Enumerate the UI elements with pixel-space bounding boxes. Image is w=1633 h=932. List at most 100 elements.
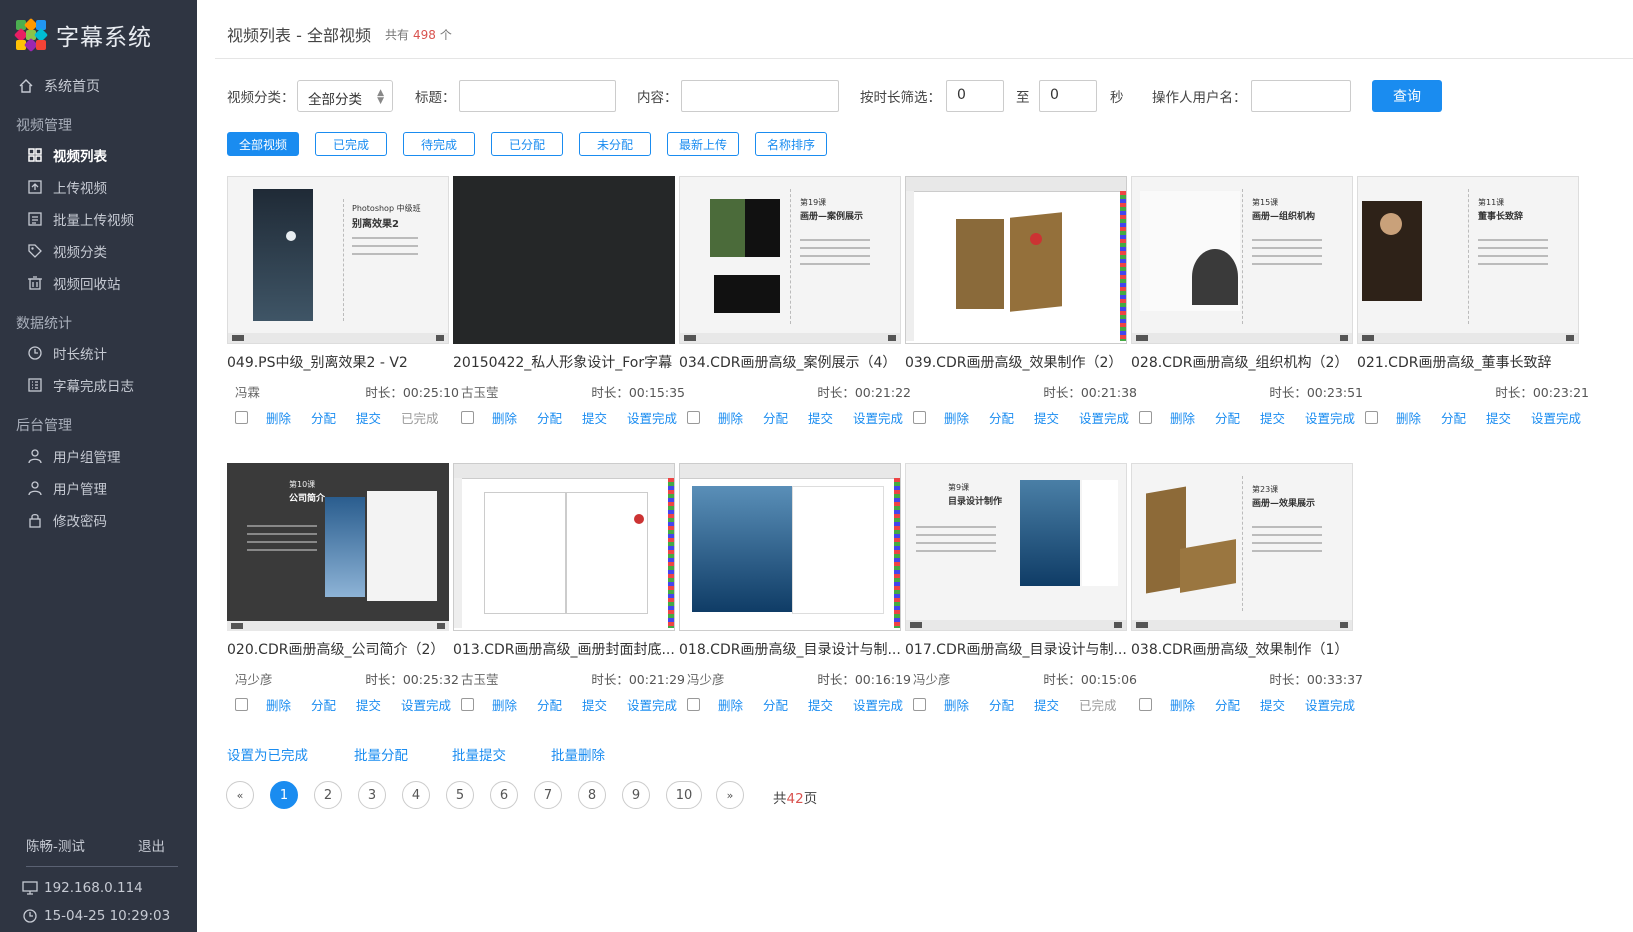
submit-link[interactable]: 提交 <box>808 695 833 714</box>
video-thumbnail[interactable] <box>453 176 675 344</box>
set-done-link[interactable]: 设置完成 <box>1079 408 1129 427</box>
submit-link[interactable]: 提交 <box>1034 695 1059 714</box>
page-8[interactable]: 8 <box>578 781 606 809</box>
page-7[interactable]: 7 <box>534 781 562 809</box>
select-checkbox[interactable] <box>913 698 926 711</box>
page-6[interactable]: 6 <box>490 781 518 809</box>
sidebar-item-recycle[interactable]: 视频回收站 <box>27 273 121 293</box>
sidebar-item-upload[interactable]: 上传视频 <box>27 177 107 197</box>
submit-link[interactable]: 提交 <box>808 408 833 427</box>
video-title[interactable]: 028.CDR画册高级_组织机构（2） <box>1131 352 1363 372</box>
tab-latest[interactable]: 最新上传 <box>667 132 739 156</box>
submit-link[interactable]: 提交 <box>356 695 381 714</box>
batch-assign-link[interactable]: 批量分配 <box>354 744 408 764</box>
page-9[interactable]: 9 <box>622 781 650 809</box>
video-title[interactable]: 039.CDR画册高级_效果制作（2） <box>905 352 1137 372</box>
set-done-link[interactable]: 设置完成 <box>1305 695 1355 714</box>
batch-submit-link[interactable]: 批量提交 <box>452 744 506 764</box>
set-done-link[interactable]: 设置完成 <box>627 408 677 427</box>
delete-link[interactable]: 删除 <box>1396 408 1421 427</box>
delete-link[interactable]: 删除 <box>266 408 291 427</box>
video-title[interactable]: 017.CDR画册高级_目录设计与制... <box>905 639 1137 659</box>
title-input[interactable] <box>459 80 616 112</box>
set-done-link[interactable]: 设置完成 <box>853 408 903 427</box>
select-checkbox[interactable] <box>235 411 248 424</box>
set-done-link[interactable]: 设置完成 <box>1531 408 1581 427</box>
set-done-link[interactable]: 设置完成 <box>1305 408 1355 427</box>
sidebar-item-batch-upload[interactable]: 批量上传视频 <box>27 209 134 229</box>
select-checkbox[interactable] <box>687 411 700 424</box>
operator-input[interactable] <box>1251 80 1351 112</box>
video-thumbnail[interactable]: 第10课 公司简介 <box>227 463 449 631</box>
duration-to-input[interactable]: 0 <box>1039 80 1097 112</box>
sidebar-item-category[interactable]: 视频分类 <box>27 241 107 261</box>
submit-link[interactable]: 提交 <box>1260 408 1285 427</box>
video-thumbnail[interactable]: 第9课 目录设计制作 <box>905 463 1127 631</box>
page-5[interactable]: 5 <box>446 781 474 809</box>
content-input[interactable] <box>681 80 839 112</box>
logout-link[interactable]: 退出 <box>138 835 165 855</box>
delete-link[interactable]: 删除 <box>266 695 291 714</box>
video-title[interactable]: 049.PS中级_别离效果2 - V2 <box>227 352 459 372</box>
select-checkbox[interactable] <box>1139 411 1152 424</box>
assign-link[interactable]: 分配 <box>311 408 336 427</box>
video-thumbnail[interactable]: 第23课 画册—效果展示 <box>1131 463 1353 631</box>
video-thumbnail[interactable]: Photoshop 中级班 别离效果2 <box>227 176 449 344</box>
batch-delete-link[interactable]: 批量删除 <box>551 744 605 764</box>
delete-link[interactable]: 删除 <box>944 695 969 714</box>
query-button[interactable]: 查询 <box>1372 80 1442 112</box>
assign-link[interactable]: 分配 <box>1215 695 1240 714</box>
tab-assigned[interactable]: 已分配 <box>491 132 563 156</box>
batch-set-done-link[interactable]: 设置为已完成 <box>227 744 308 764</box>
submit-link[interactable]: 提交 <box>1034 408 1059 427</box>
assign-link[interactable]: 分配 <box>311 695 336 714</box>
delete-link[interactable]: 删除 <box>1170 695 1195 714</box>
select-checkbox[interactable] <box>1139 698 1152 711</box>
delete-link[interactable]: 删除 <box>718 408 743 427</box>
assign-link[interactable]: 分配 <box>537 695 562 714</box>
submit-link[interactable]: 提交 <box>356 408 381 427</box>
delete-link[interactable]: 删除 <box>718 695 743 714</box>
tab-done[interactable]: 已完成 <box>315 132 387 156</box>
select-checkbox[interactable] <box>461 411 474 424</box>
page-prev[interactable]: « <box>226 781 254 809</box>
video-title[interactable]: 020.CDR画册高级_公司简介（2） <box>227 639 459 659</box>
assign-link[interactable]: 分配 <box>763 695 788 714</box>
page-1[interactable]: 1 <box>270 781 298 809</box>
set-done-link[interactable]: 设置完成 <box>853 695 903 714</box>
tab-name-sort[interactable]: 名称排序 <box>755 132 827 156</box>
assign-link[interactable]: 分配 <box>989 408 1014 427</box>
page-next[interactable]: » <box>716 781 744 809</box>
sidebar-item-duration-stats[interactable]: 时长统计 <box>27 343 107 363</box>
select-checkbox[interactable] <box>913 411 926 424</box>
page-3[interactable]: 3 <box>358 781 386 809</box>
assign-link[interactable]: 分配 <box>989 695 1014 714</box>
tab-pending[interactable]: 待完成 <box>403 132 475 156</box>
set-done-link[interactable]: 设置完成 <box>627 695 677 714</box>
page-4[interactable]: 4 <box>402 781 430 809</box>
sidebar-item-user-groups[interactable]: 用户组管理 <box>27 446 121 466</box>
category-select[interactable]: 全部分类 ▲ ▼ <box>297 80 393 112</box>
delete-link[interactable]: 删除 <box>492 408 517 427</box>
app-logo[interactable]: 字幕系统 <box>13 17 152 53</box>
video-title[interactable]: 021.CDR画册高级_董事长致辞 <box>1357 352 1589 372</box>
set-done-link[interactable]: 设置完成 <box>401 695 451 714</box>
submit-link[interactable]: 提交 <box>582 408 607 427</box>
sidebar-item-video-list[interactable]: 视频列表 <box>27 145 107 165</box>
video-title[interactable]: 034.CDR画册高级_案例展示（4） <box>679 352 911 372</box>
select-checkbox[interactable] <box>235 698 248 711</box>
assign-link[interactable]: 分配 <box>1215 408 1240 427</box>
select-checkbox[interactable] <box>687 698 700 711</box>
delete-link[interactable]: 删除 <box>1170 408 1195 427</box>
delete-link[interactable]: 删除 <box>944 408 969 427</box>
page-10[interactable]: 10 <box>666 781 702 809</box>
video-thumbnail[interactable]: 第11课 董事长致辞 <box>1357 176 1579 344</box>
video-thumbnail[interactable] <box>679 463 901 631</box>
select-checkbox[interactable] <box>1365 411 1378 424</box>
duration-from-input[interactable]: 0 <box>946 80 1004 112</box>
video-thumbnail[interactable]: 第15课 画册—组织机构 <box>1131 176 1353 344</box>
video-title[interactable]: 013.CDR画册高级_画册封面封底... <box>453 639 685 659</box>
video-thumbnail[interactable] <box>905 176 1127 344</box>
video-title[interactable]: 20150422_私人形象设计_For字幕 <box>453 352 685 372</box>
tab-unassigned[interactable]: 未分配 <box>579 132 651 156</box>
